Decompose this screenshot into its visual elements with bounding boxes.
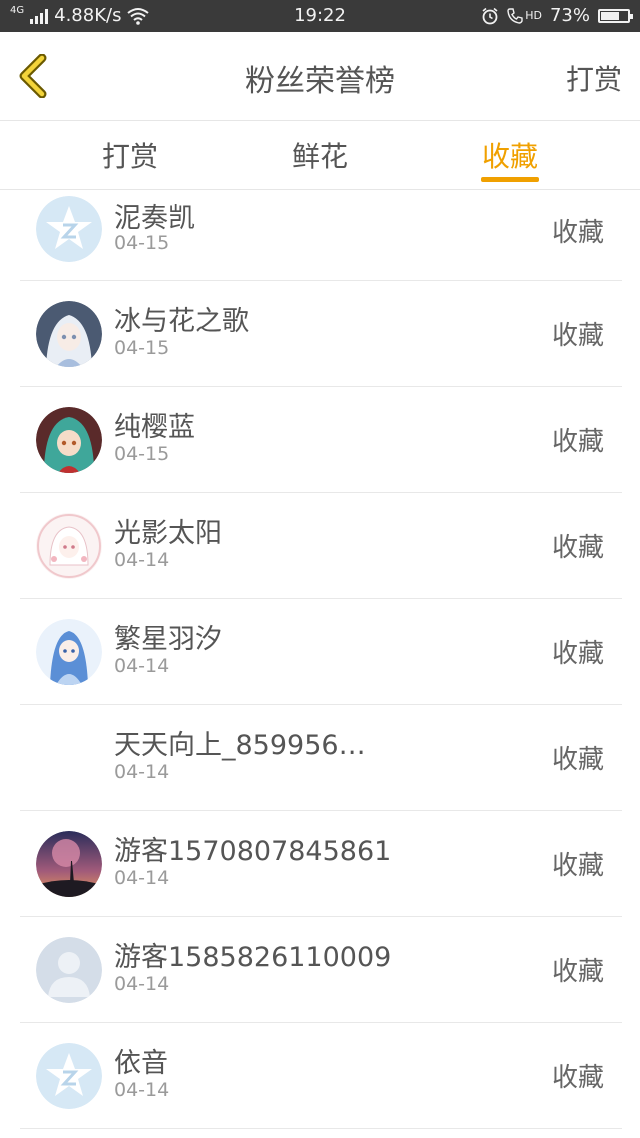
qq-default-icon xyxy=(36,196,102,262)
fan-date: 04-14 xyxy=(114,761,170,783)
fan-name: 冰与花之歌 xyxy=(114,306,249,337)
avatar xyxy=(36,301,102,367)
action-label: 收藏 xyxy=(551,427,604,457)
battery-fill xyxy=(601,11,619,20)
action-label: 收藏 xyxy=(551,639,604,669)
fan-date: 04-14 xyxy=(114,655,170,677)
hd-call-indicator: HD xyxy=(507,7,542,24)
avatar xyxy=(36,619,102,685)
list-item[interactable]: 纯樱蓝 04-15 收藏 xyxy=(20,387,622,493)
anime-girl-blue xyxy=(36,619,102,685)
anime-girl-white-hair xyxy=(36,301,102,367)
avatar xyxy=(36,407,102,473)
list-item[interactable]: 繁星羽汐 04-14 收藏 xyxy=(20,599,622,705)
fan-name: 繁星羽汐 xyxy=(114,624,222,655)
page-title: 粉丝荣誉榜 xyxy=(245,64,395,99)
avatar xyxy=(36,196,102,262)
fan-date: 04-15 xyxy=(114,337,170,359)
action-label: 收藏 xyxy=(551,745,604,775)
status-right: HD 73% xyxy=(481,5,633,26)
anime-girl-green-hair xyxy=(36,407,102,473)
reward-button[interactable]: 打赏 xyxy=(566,58,622,98)
qq-default-icon xyxy=(36,1043,102,1109)
fan-date: 04-14 xyxy=(114,867,170,889)
fan-name: 依音 xyxy=(114,1048,168,1079)
fan-name: 光影太阳 xyxy=(114,518,222,549)
tab-bar: 打赏 鲜花 收藏 xyxy=(0,121,640,190)
fan-name: 游客1570807845861 xyxy=(114,836,392,867)
fan-date: 04-15 xyxy=(114,443,170,465)
action-label: 收藏 xyxy=(551,1063,604,1093)
action-label: 收藏 xyxy=(551,957,604,987)
fan-name: 纯樱蓝 xyxy=(114,412,195,443)
tab-favorites[interactable]: 收藏 xyxy=(450,135,570,175)
list-item[interactable]: 依音 04-14 收藏 xyxy=(20,1023,622,1129)
avatar xyxy=(36,1043,102,1109)
list-item[interactable]: 泥奏凯 04-15 收藏 xyxy=(20,190,622,281)
list-item[interactable]: 冰与花之歌 04-15 收藏 xyxy=(20,281,622,387)
status-bar: 4G 4.88K/s 19:22 HD 73% xyxy=(0,0,640,32)
hd-label: HD xyxy=(525,9,542,22)
list-item[interactable]: 天天向上_859956… 04-14 收藏 xyxy=(20,705,622,811)
fan-name: 泥奏凯 xyxy=(114,203,195,234)
fan-date: 04-14 xyxy=(114,1079,170,1101)
action-label: 收藏 xyxy=(551,533,604,563)
fan-date: 04-14 xyxy=(114,549,170,571)
list-item[interactable]: 游客1585826110009 04-14 收藏 xyxy=(20,917,622,1023)
action-label: 收藏 xyxy=(551,321,604,351)
active-tab-indicator xyxy=(481,177,539,182)
default-person-icon xyxy=(36,937,102,1003)
fan-date: 04-14 xyxy=(114,973,170,995)
action-label: 收藏 xyxy=(551,851,604,881)
avatar xyxy=(36,513,102,579)
battery-icon xyxy=(598,8,633,23)
night-tree xyxy=(36,831,102,897)
tab-reward[interactable]: 打赏 xyxy=(70,135,190,175)
fan-list: 泥奏凯 04-15 收藏 冰与花之歌 04-15 收藏 纯樱蓝 04-15 收藏… xyxy=(0,190,640,1129)
nav-bar: 粉丝荣誉榜 打赏 xyxy=(0,32,640,121)
list-item[interactable]: 游客1570807845861 04-14 收藏 xyxy=(20,811,622,917)
fan-date: 04-15 xyxy=(114,232,170,254)
avatar xyxy=(36,831,102,897)
fan-name: 游客1585826110009 xyxy=(114,942,392,973)
fan-name: 天天向上_859956… xyxy=(114,730,366,761)
battery-percent: 73% xyxy=(549,5,590,26)
action-label: 收藏 xyxy=(551,218,604,248)
tab-flowers[interactable]: 鲜花 xyxy=(260,135,380,175)
list-item[interactable]: 光影太阳 04-14 收藏 xyxy=(20,493,622,599)
phone-icon xyxy=(507,7,523,24)
alarm-icon xyxy=(482,7,498,24)
avatar xyxy=(36,937,102,1003)
anime-girl-pink xyxy=(36,513,102,579)
